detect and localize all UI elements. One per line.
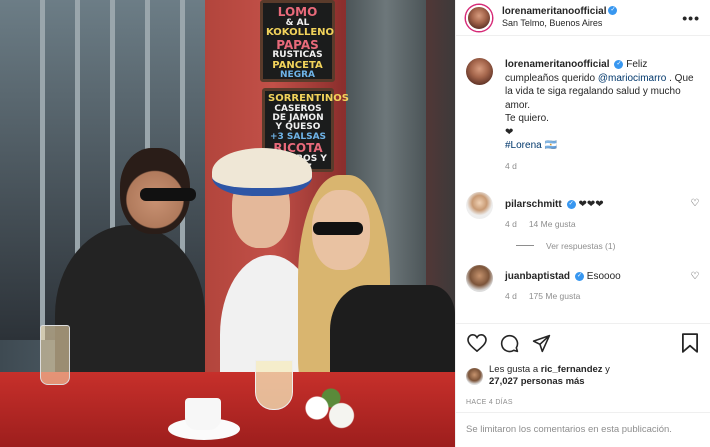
sunglasses: [313, 222, 363, 235]
caption-username[interactable]: lorenameritanoofficial: [505, 59, 609, 70]
comment-likes[interactable]: 14 Me gusta: [529, 219, 576, 229]
post-actions: Les gusta a ric_fernandez y 27,027 perso…: [456, 323, 710, 406]
caption-row: lorenameritanoofficial ✓ Feliz cumpleaños…: [466, 48, 701, 172]
verified-badge-icon: ✓: [608, 6, 618, 16]
comment-meta: 4 d 14 Me gusta: [505, 219, 689, 230]
bookmark-icon[interactable]: [679, 332, 701, 354]
caption-meta: 4 d: [505, 161, 701, 172]
author-username[interactable]: lorenameritanoofficial: [502, 6, 606, 17]
mention-link[interactable]: @mariocimarro: [598, 73, 667, 84]
flowers: [296, 388, 366, 438]
comment-row: pilarschmitt ✓ ❤❤❤ 4 d 14 Me gusta ♡: [466, 182, 701, 231]
heart-icon[interactable]: [466, 332, 488, 354]
flag-emoji: 🇦🇷: [544, 140, 557, 151]
commenter-avatar[interactable]: [466, 264, 493, 292]
hashtag-link[interactable]: #Lorena: [505, 140, 542, 151]
window-bar: [40, 0, 45, 340]
post-photo[interactable]: LOMO & AL KOKOLLENO PAPAS RUSTICAS PANCE…: [0, 0, 455, 447]
verified-badge-icon: ✓: [575, 271, 585, 281]
author-avatar[interactable]: [466, 4, 492, 31]
instagram-post: LOMO & AL KOKOLLENO PAPAS RUSTICAS PANCE…: [0, 0, 710, 447]
comment-text: Esoooo: [586, 270, 621, 282]
caption-body: lorenameritanoofficial ✓ Feliz cumpleaños…: [505, 58, 701, 172]
liker-avatar[interactable]: [466, 367, 483, 385]
comment-icon[interactable]: [498, 332, 520, 354]
chalkboard-menu-1: LOMO & AL KOKOLLENO PAPAS RUSTICAS PANCE…: [260, 0, 335, 82]
comment-likes[interactable]: 175 Me gusta: [529, 291, 581, 301]
comment-username[interactable]: juanbaptistad: [505, 271, 570, 282]
comment-time: 4 d: [505, 291, 517, 302]
comments-list: lorenameritanoofficial ✓ Feliz cumpleaños…: [456, 48, 710, 323]
verified-badge-icon: ✓: [566, 199, 576, 209]
post-sidebar: lorenameritanoofficial ✓ San Telmo, Bueno…: [455, 0, 710, 447]
author-avatar[interactable]: [466, 58, 493, 85]
share-icon[interactable]: [530, 332, 552, 354]
caption-line: Te quiero.: [505, 113, 549, 124]
view-replies[interactable]: Ver respuestas (1): [516, 241, 701, 251]
ellipsis-icon[interactable]: •••: [682, 10, 700, 26]
likes-middle: y: [602, 364, 610, 375]
board-text: CASEROS DE JAMON: [272, 103, 324, 123]
comment-like-heart-icon[interactable]: ♡: [689, 271, 701, 303]
board-text: LOMO: [277, 5, 318, 19]
location-link[interactable]: San Telmo, Buenos Aires: [502, 18, 682, 29]
board-text: SORRENTINOS: [268, 93, 349, 104]
view-replies-label: Ver respuestas (1): [546, 240, 616, 251]
comment-body: juanbaptistad ✓ Esoooo 4 d 175 Me gusta: [505, 270, 689, 303]
verified-badge-icon: ✓: [614, 59, 624, 69]
sun-hat: [212, 148, 312, 196]
likes-summary: Les gusta a ric_fernandez y 27,027 perso…: [466, 364, 701, 389]
coffee-cup: [185, 398, 221, 430]
comment-body: pilarschmitt ✓ ❤❤❤ 4 d 14 Me gusta: [505, 198, 689, 231]
likes-count[interactable]: 27,027 personas más: [489, 376, 585, 387]
board-text: NEGRA: [280, 70, 315, 81]
post-header: lorenameritanoofficial ✓ San Telmo, Bueno…: [456, 0, 710, 36]
comment-time: 4 d: [505, 219, 517, 230]
comment-meta: 4 d 175 Me gusta: [505, 291, 689, 302]
wine-glass: [255, 360, 293, 410]
sunglasses: [140, 188, 196, 201]
likes-text: Les gusta a ric_fernandez y 27,027 perso…: [489, 364, 610, 389]
commenter-avatar[interactable]: [466, 191, 493, 219]
comment-like-heart-icon[interactable]: ♡: [689, 198, 701, 231]
liker-username[interactable]: ric_fernandez: [541, 364, 603, 375]
caption-time: 4 d: [505, 160, 517, 171]
comment-row: juanbaptistad ✓ Esoooo 4 d 175 Me gusta ♡: [466, 264, 701, 303]
comments-limited-notice: Se limitaron los comentarios en esta pub…: [456, 412, 710, 447]
heart-emoji: ❤: [505, 126, 514, 138]
post-time-ago[interactable]: HACE 4 DÍAS: [466, 399, 701, 406]
comment-username[interactable]: pilarschmitt: [505, 199, 562, 210]
beer-glass: [40, 325, 70, 385]
likes-prefix: Les gusta a: [489, 364, 541, 375]
board-text: KOKOLLENO: [266, 27, 335, 39]
action-icons: [466, 332, 701, 354]
header-text: lorenameritanoofficial ✓ San Telmo, Bueno…: [502, 6, 682, 30]
comment-text: ❤❤❤: [578, 198, 604, 210]
replies-line: [516, 245, 534, 247]
